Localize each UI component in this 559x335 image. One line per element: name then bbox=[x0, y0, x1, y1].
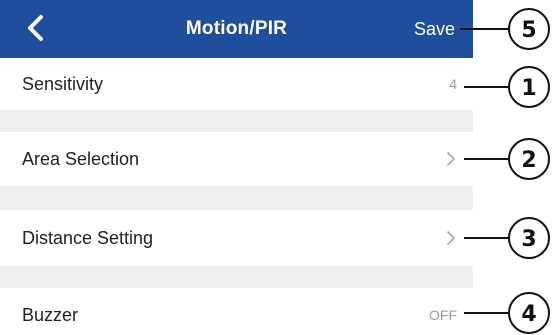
distance-setting-label: Distance Setting bbox=[22, 228, 154, 248]
callout-circle bbox=[508, 292, 550, 334]
save-button[interactable]: Save bbox=[414, 0, 455, 58]
sensitivity-value: 4 bbox=[449, 76, 457, 92]
callout-number-sensitivity: 1 bbox=[521, 76, 536, 101]
page-title: Motion/PIR bbox=[185, 18, 288, 39]
area-selection-row[interactable]: Area Selection bbox=[0, 132, 473, 186]
motion-pir-settings-screen: Motion/PIR Save Sensitivity 4 Area Selec… bbox=[0, 0, 473, 335]
area-selection-label: Area Selection bbox=[22, 149, 140, 169]
callout-circle bbox=[508, 138, 550, 180]
callout-circle bbox=[508, 217, 550, 259]
sensitivity-label: Sensitivity bbox=[22, 74, 104, 94]
callout-number-distance-setting: 3 bbox=[521, 227, 536, 252]
section-divider bbox=[0, 186, 473, 210]
section-divider bbox=[0, 266, 473, 288]
chevron-right-icon bbox=[447, 152, 455, 166]
callout-circle bbox=[508, 8, 550, 50]
screen: Motion/PIR Save Sensitivity 4 Area Selec… bbox=[0, 0, 559, 335]
section-divider bbox=[0, 110, 473, 132]
buzzer-row[interactable]: Buzzer OFF bbox=[0, 288, 473, 335]
distance-setting-row[interactable]: Distance Setting bbox=[0, 210, 473, 266]
callout-number-area-selection: 2 bbox=[521, 148, 536, 173]
navigation-bar: Motion/PIR Save bbox=[0, 0, 473, 58]
callout-number-buzzer: 4 bbox=[521, 302, 536, 327]
sensitivity-row[interactable]: Sensitivity 4 bbox=[0, 58, 473, 110]
callout-circle bbox=[508, 66, 550, 108]
buzzer-value: OFF bbox=[429, 307, 457, 323]
callout-number-save: 5 bbox=[521, 18, 536, 43]
chevron-right-icon bbox=[447, 231, 455, 245]
buzzer-label: Buzzer bbox=[22, 305, 79, 325]
